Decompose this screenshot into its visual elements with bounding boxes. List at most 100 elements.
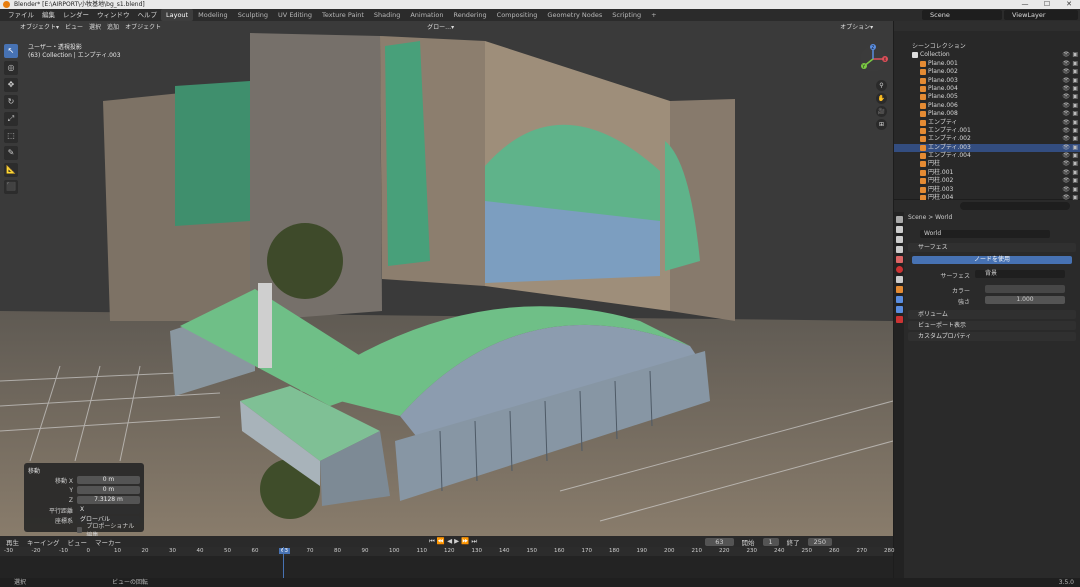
output-tab-icon[interactable]	[895, 236, 903, 243]
move-y-input[interactable]: 0 m	[77, 486, 140, 494]
color-swatch[interactable]	[985, 285, 1065, 293]
tab-compositing[interactable]: Compositing	[492, 9, 543, 21]
last-operator-panel[interactable]: 移動 移動 X0 m Y0 m Z 7.3128 m 平行距離 X 座標系 グローバル…	[24, 463, 144, 539]
properties-search-input[interactable]	[960, 202, 1070, 210]
visibility-eye-icon[interactable]: 👁	[1062, 127, 1070, 135]
menu-window[interactable]: ウィンドウ	[93, 9, 134, 21]
transform-tool-icon[interactable]: ⬚	[4, 129, 18, 143]
visibility-eye-icon[interactable]: 👁	[1062, 160, 1070, 168]
current-frame-input[interactable]: 63	[705, 537, 734, 546]
close-button[interactable]: ✕	[1058, 0, 1080, 9]
pan-hand-icon[interactable]: ✋	[876, 93, 887, 104]
render-camera-icon[interactable]: ▣	[1072, 51, 1078, 59]
render-camera-icon[interactable]: ▣	[1072, 160, 1078, 168]
visibility-eye-icon[interactable]: 👁	[1062, 93, 1070, 101]
outliner-item-6[interactable]: Plane.006 👁 ▣	[894, 102, 1080, 110]
frame-ruler[interactable]: -30 -20 -10 0 10 20 30 40 50 60 63 70 80 90 100 110 120 1…	[0, 547, 895, 556]
render-camera-icon[interactable]: ▣	[1072, 186, 1078, 194]
physics-tab-icon[interactable]	[895, 296, 903, 303]
visibility-eye-icon[interactable]: 👁	[1062, 119, 1070, 127]
menu-file[interactable]: ファイル	[4, 9, 38, 21]
tab-animation[interactable]: Animation	[405, 9, 448, 21]
scale-tool-icon[interactable]: ⤢	[4, 112, 18, 126]
volume-panel-header[interactable]: ボリューム	[908, 310, 1076, 319]
playhead[interactable]	[283, 547, 284, 578]
visibility-eye-icon[interactable]: 👁	[1062, 102, 1070, 110]
maximize-button[interactable]: ☐	[1036, 0, 1058, 9]
view-layer-tab-icon[interactable]	[895, 246, 903, 253]
data-tab-icon[interactable]	[895, 316, 903, 323]
scene-tab-icon[interactable]	[895, 256, 903, 263]
outliner-item-2[interactable]: Plane.002 👁 ▣	[894, 68, 1080, 76]
minimize-button[interactable]: —	[1014, 0, 1036, 9]
tab-shading[interactable]: Shading	[369, 9, 405, 21]
visibility-eye-icon[interactable]: 👁	[1062, 169, 1070, 177]
outliner-item-3[interactable]: Plane.003 👁 ▣	[894, 77, 1080, 85]
add-cube-tool-icon[interactable]: ⬛	[4, 180, 18, 194]
menu-edit[interactable]: 編集	[38, 9, 59, 21]
render-tab-icon[interactable]	[895, 226, 903, 233]
measure-tool-icon[interactable]: 📐	[4, 163, 18, 177]
visibility-eye-icon[interactable]: 👁	[1062, 51, 1070, 59]
outliner-item-5[interactable]: Plane.005 👁 ▣	[894, 93, 1080, 101]
tab-uv-editing[interactable]: UV Editing	[273, 9, 317, 21]
move-x-input[interactable]: 0 m	[77, 476, 140, 484]
render-camera-icon[interactable]: ▣	[1072, 177, 1078, 185]
menu-render[interactable]: レンダー	[59, 9, 93, 21]
tab-layout[interactable]: Layout	[161, 9, 194, 21]
world-tab-icon[interactable]	[895, 266, 903, 273]
object-tab-icon[interactable]	[895, 286, 903, 293]
object-mode-dropdown[interactable]: オブジェクト▾	[20, 22, 59, 31]
tab-modeling[interactable]: Modeling	[193, 9, 233, 21]
render-camera-icon[interactable]: ▣	[1072, 93, 1078, 101]
grid-toggle-icon[interactable]: ⊞	[876, 119, 887, 130]
playback-controls[interactable]: ⏮ ⏪ ◀ ▶ ⏩ ⏭	[429, 537, 477, 546]
menu-marker[interactable]: マーカー	[95, 537, 121, 547]
outliner-item-0[interactable]: Collection 👁 ▣	[894, 51, 1080, 59]
tab-texture-paint[interactable]: Texture Paint	[317, 9, 369, 21]
menu-select[interactable]: 選択	[89, 22, 101, 31]
outliner-item-9[interactable]: エンプティ.001 👁 ▣	[894, 127, 1080, 135]
world-name-field[interactable]: World	[920, 230, 1050, 238]
outliner-item-7[interactable]: Plane.008 👁 ▣	[894, 110, 1080, 118]
visibility-eye-icon[interactable]: 👁	[1062, 186, 1070, 194]
visibility-eye-icon[interactable]: 👁	[1062, 85, 1070, 93]
render-camera-icon[interactable]: ▣	[1072, 110, 1078, 118]
transform-orientation-dropdown[interactable]: グロー…▾	[427, 22, 454, 31]
visibility-eye-icon[interactable]: 👁	[1062, 144, 1070, 152]
constraints-tab-icon[interactable]	[895, 306, 903, 313]
camera-view-icon[interactable]: 🎥	[876, 106, 887, 117]
menu-playback[interactable]: 再生	[6, 537, 19, 547]
menu-add[interactable]: 追加	[107, 22, 119, 31]
proportional-checkbox[interactable]	[77, 527, 83, 533]
scene-selector[interactable]: Scene	[922, 10, 1002, 20]
visibility-eye-icon[interactable]: 👁	[1062, 60, 1070, 68]
visibility-eye-icon[interactable]: 👁	[1062, 152, 1070, 160]
menu-keying[interactable]: キーイング	[27, 537, 60, 547]
outliner-item-12[interactable]: エンプティ.004 👁 ▣	[894, 152, 1080, 160]
menu-timeline-view[interactable]: ビュー	[68, 537, 88, 547]
render-camera-icon[interactable]: ▣	[1072, 60, 1078, 68]
menu-help[interactable]: ヘルプ	[134, 9, 162, 21]
navigation-gizmo[interactable]: X Z Y	[858, 44, 888, 74]
use-nodes-button[interactable]: ノードを使用	[912, 256, 1072, 264]
visibility-eye-icon[interactable]: 👁	[1062, 110, 1070, 118]
outliner-item-11[interactable]: エンプティ.003 👁 ▣	[894, 143, 1080, 153]
tab-geometry-nodes[interactable]: Geometry Nodes	[542, 9, 607, 21]
outliner-item-14[interactable]: 円柱.001 👁 ▣	[894, 169, 1080, 177]
options-dropdown[interactable]: オプション▾	[840, 22, 873, 31]
scene-collection-row[interactable]: シーンコレクション	[894, 43, 1080, 51]
annotate-tool-icon[interactable]: ✎	[4, 146, 18, 160]
render-camera-icon[interactable]: ▣	[1072, 127, 1078, 135]
render-camera-icon[interactable]: ▣	[1072, 169, 1078, 177]
render-camera-icon[interactable]: ▣	[1072, 135, 1078, 143]
outliner-item-15[interactable]: 円柱.002 👁 ▣	[894, 177, 1080, 185]
constraint-dropdown[interactable]: X	[77, 506, 140, 514]
collection-tab-icon[interactable]	[895, 276, 903, 283]
zoom-icon[interactable]: ⚲	[876, 80, 887, 91]
tool-tab-icon[interactable]	[895, 216, 903, 223]
move-tool-icon[interactable]: ✥	[4, 78, 18, 92]
render-camera-icon[interactable]: ▣	[1072, 144, 1078, 152]
tab-rendering[interactable]: Rendering	[448, 9, 491, 21]
outliner-item-1[interactable]: Plane.001 👁 ▣	[894, 60, 1080, 68]
